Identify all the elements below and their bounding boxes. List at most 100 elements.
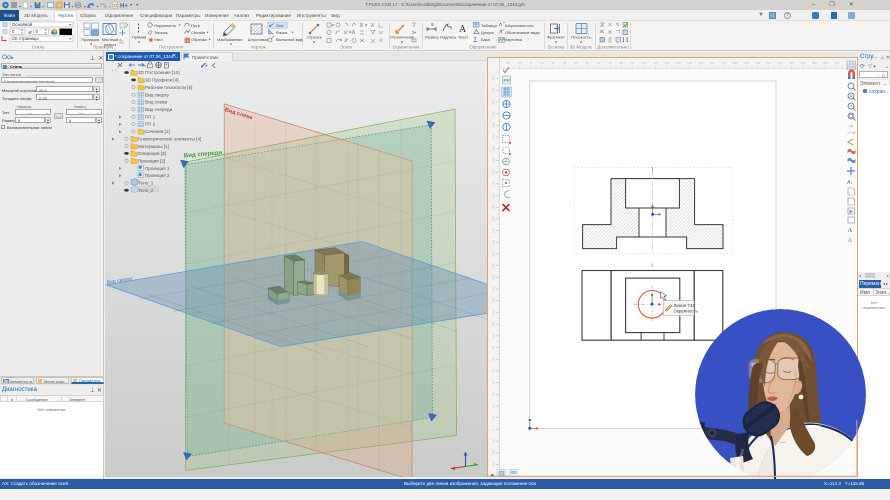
svg-text:200: 200: [492, 193, 496, 198]
svg-text:110: 110: [653, 61, 658, 65]
svg-text:Отрезок: Отрезок: [306, 35, 321, 40]
svg-text:Плоскость: Плоскость: [571, 35, 590, 40]
svg-text:120: 120: [664, 61, 669, 65]
svg-text:Чертёж: Чертёж: [250, 45, 265, 50]
svg-text:H+: H+: [120, 3, 128, 9]
svg-text:110: 110: [492, 298, 496, 303]
svg-text:Построения: Построения: [159, 45, 184, 50]
svg-text:Ограничение: Ограничение: [390, 35, 415, 40]
svg-text:A: A: [848, 237, 853, 244]
svg-text:180: 180: [492, 216, 496, 221]
svg-text:Фрагмент: Фрагмент: [547, 35, 565, 40]
svg-text:-20: -20: [492, 450, 496, 455]
svg-text:Эллипс: Эллипс: [154, 30, 168, 35]
svg-text:220: 220: [492, 169, 496, 174]
svg-text:10: 10: [492, 416, 496, 420]
svg-text:Эскиз: Эскиз: [340, 45, 352, 50]
svg-text:40: 40: [492, 381, 496, 385]
svg-text:A: A: [459, 24, 467, 35]
svg-text:210: 210: [492, 181, 496, 186]
svg-text:260: 260: [823, 61, 828, 65]
svg-text:240: 240: [800, 61, 805, 65]
svg-text:Шероховатость: Шероховатость: [505, 23, 534, 28]
svg-text:Узел: Узел: [154, 37, 163, 42]
svg-text:150: 150: [698, 61, 703, 65]
svg-text:20: 20: [492, 404, 496, 408]
svg-text:Картинка: Картинка: [505, 37, 523, 42]
svg-text:140: 140: [687, 61, 692, 65]
svg-text:80: 80: [492, 334, 496, 338]
svg-text:Надпись: Надпись: [440, 35, 456, 40]
svg-text:30: 30: [492, 392, 496, 396]
svg-text:60: 60: [597, 61, 601, 65]
svg-text:Проекция: Проекция: [81, 37, 99, 42]
svg-text:160: 160: [710, 61, 715, 65]
svg-text:60: 60: [492, 357, 496, 361]
svg-text:180: 180: [732, 61, 737, 65]
svg-text:Прямая: Прямая: [132, 35, 146, 40]
svg-text:Основной: Основной: [12, 22, 33, 27]
svg-text:-10: -10: [517, 61, 522, 65]
svg-text:130: 130: [492, 275, 496, 280]
svg-text:70: 70: [608, 61, 612, 65]
svg-text:Текст: Текст: [458, 35, 468, 40]
svg-text:140: 140: [492, 263, 496, 268]
svg-text:Обрезка: Обрезка: [191, 37, 207, 42]
svg-text:A↓: A↓: [847, 180, 853, 186]
svg-text:290: 290: [492, 87, 496, 92]
svg-text:50: 50: [586, 61, 590, 65]
svg-text:Окружность: Окружность: [154, 23, 176, 28]
svg-text:Допуск: Допуск: [481, 30, 494, 35]
svg-text:230: 230: [492, 158, 496, 163]
svg-text:90: 90: [492, 322, 496, 326]
svg-text:230: 230: [789, 61, 794, 65]
svg-text:5: 5: [431, 22, 434, 28]
svg-text:170: 170: [492, 228, 496, 233]
svg-text:170: 170: [721, 61, 726, 65]
svg-text:70: 70: [492, 346, 496, 350]
svg-text:270: 270: [492, 111, 496, 116]
svg-text:A: A: [848, 227, 853, 234]
svg-text:Сплайн: Сплайн: [191, 30, 205, 35]
svg-text:40: 40: [574, 61, 578, 65]
svg-text:СК страницы: СК страницы: [12, 36, 39, 41]
svg-text:20: 20: [552, 61, 556, 65]
svg-text:-30: -30: [492, 462, 496, 467]
svg-text:100: 100: [642, 61, 647, 65]
svg-text:Путь: Путь: [191, 23, 200, 28]
svg-text:250: 250: [812, 61, 817, 65]
svg-text:260: 260: [492, 122, 496, 127]
svg-text:Таблица: Таблица: [481, 23, 497, 28]
svg-text:90: 90: [631, 61, 635, 65]
svg-text:3D Модель: 3D Модель: [570, 45, 593, 50]
svg-text:Вставка: Вставка: [548, 45, 565, 50]
svg-text:Штриховка: Штриховка: [248, 37, 269, 42]
svg-text:190: 190: [492, 204, 496, 209]
svg-text:280: 280: [492, 99, 496, 104]
svg-text:База: База: [481, 37, 491, 42]
svg-text:PR: PR: [504, 78, 511, 83]
svg-text:-20: -20: [506, 61, 511, 65]
svg-text:Фаска: Фаска: [276, 30, 288, 35]
svg-text:300: 300: [492, 76, 496, 81]
svg-text:190: 190: [744, 61, 749, 65]
svg-text:210: 210: [766, 61, 771, 65]
svg-text:50: 50: [492, 369, 496, 373]
svg-text:270: 270: [834, 61, 839, 65]
svg-text:Изображение: Изображение: [217, 37, 243, 42]
svg-text:120: 120: [492, 286, 496, 291]
svg-text:Выносной вид: Выносной вид: [276, 37, 303, 42]
svg-text:Стиль: Стиль: [32, 45, 45, 50]
svg-text:150: 150: [492, 251, 496, 256]
svg-text:220: 220: [778, 61, 783, 65]
svg-text:160: 160: [492, 239, 496, 244]
svg-text:240: 240: [492, 146, 496, 151]
svg-text:Обозначение вида: Обозначение вида: [505, 30, 541, 35]
svg-text:Размер: Размер: [425, 35, 440, 40]
svg-text:Оформление: Оформление: [469, 45, 497, 50]
svg-text:Оси: Оси: [276, 23, 283, 28]
svg-text:10: 10: [540, 61, 544, 65]
svg-text:Дополнительно: Дополнительно: [597, 45, 629, 50]
svg-text:130: 130: [676, 61, 681, 65]
svg-text:-10: -10: [492, 439, 496, 444]
